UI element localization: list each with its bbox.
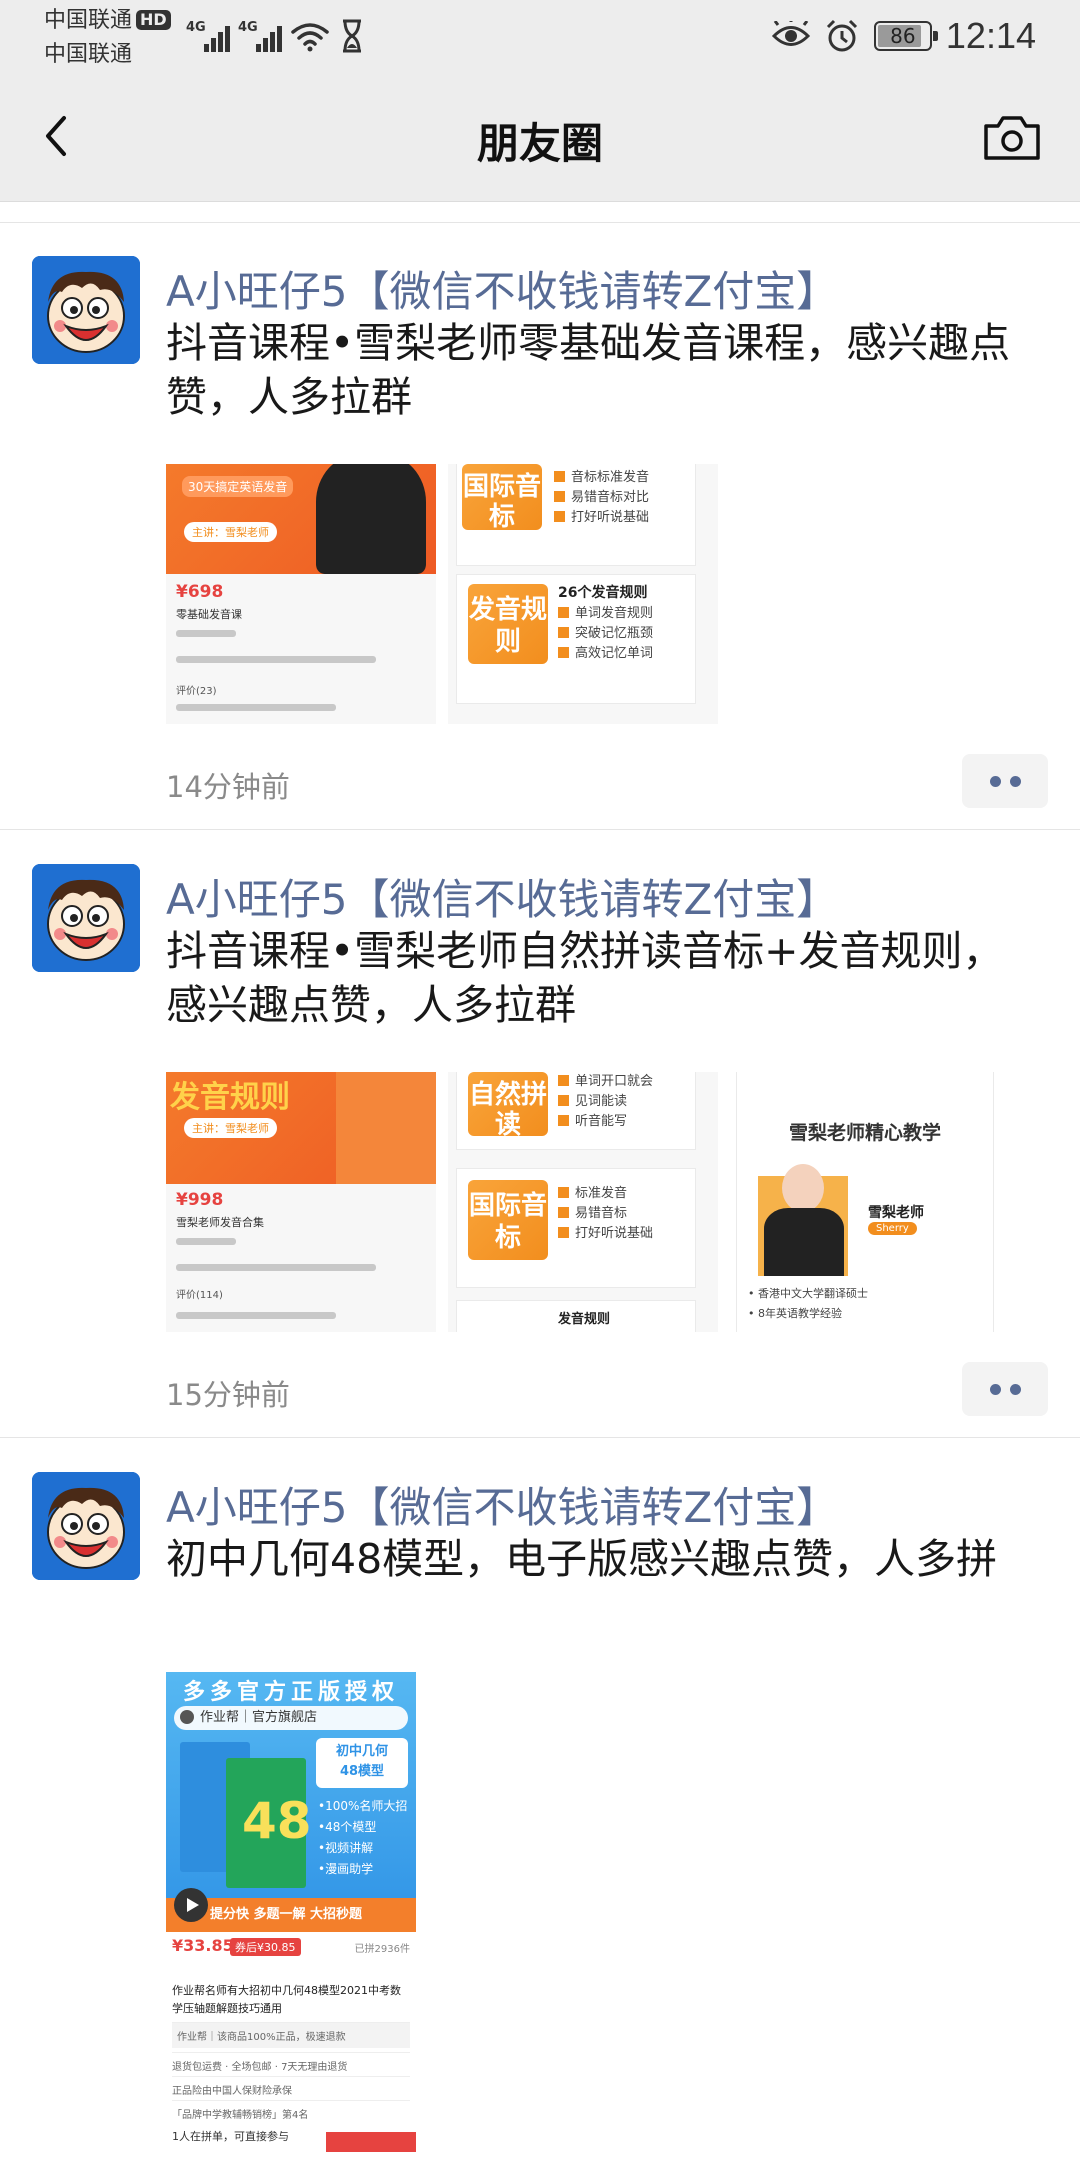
product-features: •100%名师大招 •48个模型 •视频讲解 •漫画助学	[318, 1799, 408, 1876]
clock: 12:14	[945, 15, 1036, 56]
image-tag-b: 发音规则	[468, 584, 548, 664]
post-time: 14分钟前	[166, 770, 290, 804]
product-sold: 已拼2936件	[354, 1944, 410, 1955]
image-count: 26个发音规则	[558, 585, 648, 601]
image-list-b: 标准发音 易错音标 打好听说基础	[558, 1184, 653, 1244]
image-teacher-name: 雪梨老师	[868, 1205, 924, 1221]
product-row: 「品牌中学教辅畅销榜」第4名	[172, 2100, 410, 2121]
post-images: 30天搞定英语发音 主讲：雪梨老师 ¥698 零基础发音课 评价(23) 国际音…	[166, 464, 718, 724]
carrier-1: 中国联通 HD	[44, 8, 171, 34]
product-bottom: 1人在拼单，可直接参与	[166, 2124, 416, 2152]
alarm-icon	[826, 19, 857, 52]
image-tag-c: 发音规则	[558, 1312, 611, 1327]
post-text: 初中几何48模型，电子版感兴趣点赞，人多拼	[166, 1535, 998, 1583]
post-image[interactable]: 30天搞定英语发音 主讲：雪梨老师 ¥698 零基础发音课 评价(23)	[166, 464, 436, 724]
system-icons: 86 12:14	[771, 14, 1036, 58]
product-coupon: 券后¥30.85	[230, 1938, 301, 1956]
image-teacher-en: Sherry	[868, 1222, 917, 1235]
post-text: 抖音课程•雪梨老师自然拼读音标+发音规则，感兴趣点赞，人多拉群	[166, 927, 1004, 1029]
hd-badge: HD	[136, 10, 171, 30]
avatar-cartoon-icon	[32, 1472, 140, 1580]
battery-icon: 86	[873, 21, 938, 51]
image-tag-b: 国际音标	[468, 1180, 548, 1260]
image-list-a: 音标标准发音 易错音标对比 打好听说基础	[554, 468, 649, 528]
image-tag-a: 国际音标	[462, 464, 542, 532]
product-row: 作业帮｜该商品100%正品，极速退款	[172, 2022, 410, 2048]
post-text: 抖音课程•雪梨老师零基础发音课程，感兴趣点赞，人多拉群	[166, 319, 1011, 421]
post-author-name[interactable]: A小旺仔5【微信不收钱请转Z付宝】	[166, 258, 838, 319]
network-type-1: 4G	[186, 20, 206, 35]
image-teacher: 主讲：雪梨老师	[184, 522, 277, 542]
image-title: 雪梨老师发音合集	[176, 1216, 264, 1229]
post-image[interactable]: 雪梨老师精心教学 雪梨老师 Sherry • 香港中文大学翻译硕士 • 8年英语…	[730, 1072, 1000, 1332]
carrier-2: 中国联通	[44, 42, 133, 67]
image-review: 评价(114)	[176, 1290, 223, 1301]
post-author-name[interactable]: A小旺仔5【微信不收钱请转Z付宝】	[166, 866, 838, 927]
more-dots-icon[interactable]	[962, 1362, 1048, 1416]
product-row: 正品险由中国人保财险承保	[172, 2076, 410, 2097]
avatar[interactable]	[32, 1472, 140, 1580]
image-headline: 雪梨老师精心教学	[788, 1122, 941, 1144]
more-dots-icon[interactable]	[962, 754, 1048, 808]
post-image[interactable]: 国际音标 音标标准发音 易错音标对比 打好听说基础 发音规则 26个发音规则 单…	[448, 464, 718, 724]
network-type-2: 4G	[238, 20, 258, 35]
post-images: 多多官方正版授权 作业帮｜官方旗舰店 48 初中几何 48模型 •100%名师大…	[166, 1672, 416, 2152]
post-images: 发音规则 主讲：雪梨老师 ¥998 雪梨老师发音合集 评价(114) 自然拼读 …	[166, 1072, 1000, 1332]
signal-icon: 4G	[238, 18, 282, 54]
image-list-b: 单词发音规则 突破记忆瓶颈 高效记忆单词	[558, 604, 653, 664]
image-review: 评价(23)	[176, 686, 217, 697]
moment-post: A小旺仔5【微信不收钱请转Z付宝】 抖音课程•雪梨老师零基础发音课程，感兴趣点赞…	[0, 222, 1080, 830]
nav-bar: 朋友圈	[0, 74, 1080, 202]
moment-post: A小旺仔5【微信不收钱请转Z付宝】 初中几何48模型，电子版感兴趣点赞，人多拼 …	[0, 1438, 1080, 2158]
carrier-1-label: 中国联通	[44, 8, 133, 33]
image-list-a: 单词开口就会 见词能读 听音能写	[558, 1072, 653, 1132]
image-tag-a: 自然拼读	[468, 1072, 548, 1140]
avatar-cartoon-icon	[32, 256, 140, 364]
post-image[interactable]: 发音规则 主讲：雪梨老师 ¥998 雪梨老师发音合集 评价(114)	[166, 1072, 436, 1332]
image-tag: 30天搞定英语发音	[182, 476, 294, 497]
moment-post: A小旺仔5【微信不收钱请转Z付宝】 抖音课程•雪梨老师自然拼读音标+发音规则，感…	[0, 830, 1080, 1438]
moments-feed[interactable]: A小旺仔5【微信不收钱请转Z付宝】 抖音课程•雪梨老师零基础发音课程，感兴趣点赞…	[0, 222, 1080, 2158]
product-banner-text: 多多官方正版授权	[182, 1680, 399, 1705]
page-title: 朋友圈	[476, 119, 603, 168]
product-shop: 作业帮｜官方旗舰店	[174, 1706, 408, 1730]
image-teacher: 主讲：雪梨老师	[184, 1118, 277, 1138]
image-tag: 发音规则	[170, 1080, 290, 1115]
eye-icon	[771, 21, 810, 46]
image-bullets: • 香港中文大学翻译硕士 • 8年英语教学经验	[748, 1287, 868, 1320]
image-title: 零基础发音课	[176, 608, 242, 621]
image-price: ¥998	[176, 1190, 224, 1210]
wifi-icon	[291, 23, 329, 52]
product-label: 初中几何 48模型	[316, 1738, 408, 1788]
battery-level: 86	[890, 24, 916, 48]
post-image[interactable]: 多多官方正版授权 作业帮｜官方旗舰店 48 初中几何 48模型 •100%名师大…	[166, 1672, 416, 2152]
network-icons: 4G 4G	[186, 14, 366, 54]
product-price: ¥33.85	[172, 1936, 234, 1955]
post-author-name[interactable]: A小旺仔5【微信不收钱请转Z付宝】	[166, 1474, 838, 1535]
product-row: 退货包运费 · 全场包邮 · 7天无理由退货	[172, 2052, 410, 2073]
status-bar: 中国联通 HD 中国联通 4G 4G 86 12:14	[0, 0, 1080, 74]
image-price: ¥698	[176, 582, 224, 602]
avatar[interactable]	[32, 256, 140, 364]
post-time: 15分钟前	[166, 1378, 290, 1412]
hourglass-icon	[343, 19, 361, 53]
play-icon	[174, 1888, 208, 1922]
product-desc: 作业帮名师有大招初中几何48模型2021中考数学压轴题解题技巧通用	[172, 1984, 401, 2015]
avatar-cartoon-icon	[32, 864, 140, 972]
avatar[interactable]	[32, 864, 140, 972]
camera-icon[interactable]	[982, 110, 1042, 164]
signal-icon: 4G	[186, 18, 230, 54]
post-image[interactable]: 自然拼读 单词开口就会 见词能读 听音能写 国际音标 标准发音 易错音标 打好听…	[448, 1072, 718, 1332]
